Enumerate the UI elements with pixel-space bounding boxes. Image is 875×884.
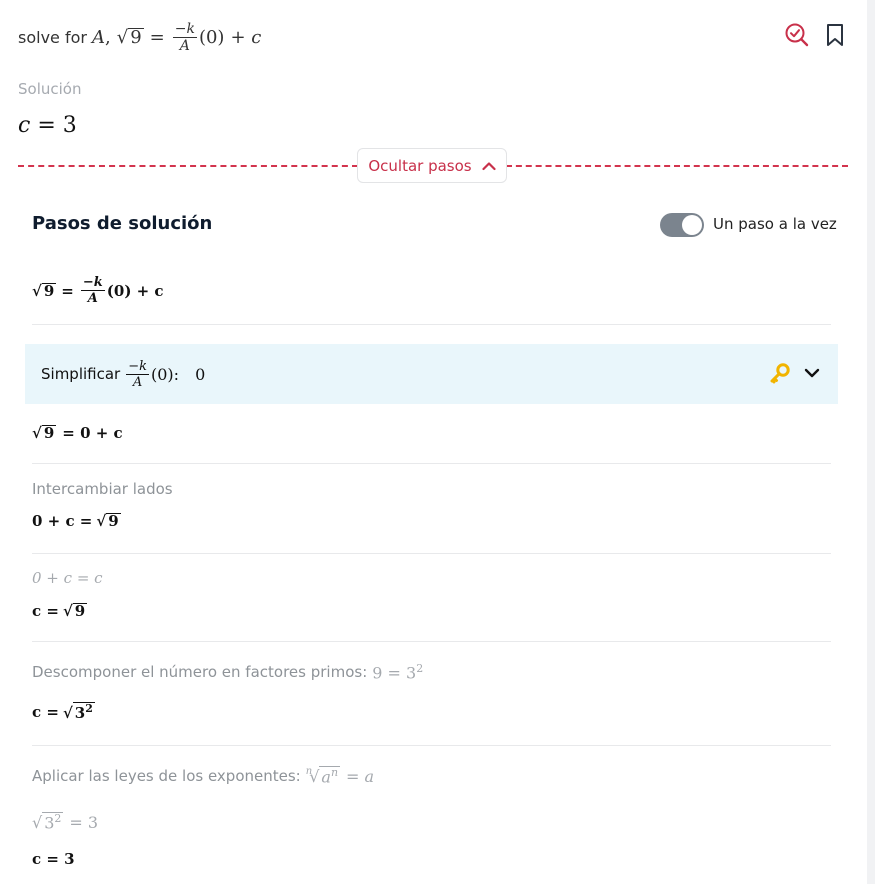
query-title: solve for A , √ 9 = −k A (0) + c	[18, 20, 261, 54]
sqrt: √ 9	[32, 281, 57, 300]
exponent-laws-expression: n √ an = a	[305, 766, 375, 787]
divider	[32, 641, 831, 642]
simplify-hint: 0 + c = c	[32, 569, 103, 587]
step-equation-4: c = √ 32	[32, 702, 95, 722]
bookmark-icon	[827, 24, 843, 46]
exponent-laws-label: Aplicar las leyes de los exponentes:	[32, 767, 301, 786]
query-variable: A	[91, 26, 105, 48]
chevron-up-icon	[482, 161, 496, 170]
simplify-math: −k A (0): 0	[126, 358, 206, 390]
sqrt: √ 32	[62, 702, 95, 722]
query-sep: ,	[104, 26, 111, 48]
verify-search-button[interactable]	[784, 22, 810, 48]
factor-expression: 9 = 32	[372, 662, 424, 683]
solution-label: Solución	[18, 80, 82, 98]
bookmark-button[interactable]	[822, 22, 848, 48]
fraction: −k A	[126, 358, 149, 390]
query-sqrt: √ 9	[116, 26, 144, 48]
steps-title: Pasos de solución	[32, 213, 213, 234]
divider-right	[506, 165, 848, 167]
exponent-hint: √ 32 = 3	[32, 812, 99, 833]
query-fraction: −k A	[172, 20, 197, 54]
factor-step: Descomponer el número en factores primos…	[32, 662, 423, 682]
solution-value: c = 3	[18, 113, 77, 138]
divider	[32, 745, 831, 746]
key-icon[interactable]	[769, 362, 791, 384]
divider	[32, 553, 831, 554]
hide-steps-button[interactable]: Ocultar pasos	[357, 148, 507, 183]
fraction: −k A	[80, 275, 105, 306]
query-paren: (0)	[198, 26, 225, 48]
hide-steps-label: Ocultar pasos	[368, 156, 472, 175]
one-step-label: Un paso a la vez	[713, 215, 837, 233]
step-equation-initial: √ 9 = −k A (0) + c	[32, 275, 164, 306]
simplify-label: Simplificar	[41, 365, 121, 383]
exponent-laws-step: Aplicar las leyes de los exponentes: n √…	[32, 766, 374, 786]
divider	[32, 463, 831, 464]
swap-sides-label: Intercambiar lados	[32, 480, 173, 498]
query-math: A , √ 9 = −k A (0) + c	[91, 20, 262, 54]
search-check-icon	[785, 23, 809, 47]
chevron-down-icon[interactable]	[803, 364, 821, 382]
simplify-result: 0	[195, 364, 206, 384]
divider	[32, 324, 831, 325]
sqrt: √ 9	[96, 512, 121, 531]
step-equation-2: 0 + c = √ 9	[32, 512, 121, 531]
right-gutter	[867, 0, 875, 884]
simplify-step-row[interactable]: Simplificar −k A (0): 0	[25, 344, 838, 404]
one-step-toggle[interactable]	[660, 213, 704, 237]
sqrt: √ 9	[62, 602, 88, 621]
sqrt: √ 9	[32, 424, 57, 443]
final-result: c = 3	[32, 850, 75, 868]
step-equation-1: √ 9 = 0 + c	[32, 424, 123, 443]
divider-left	[18, 165, 358, 167]
query-prefix: solve for	[18, 27, 87, 47]
factor-label: Descomponer el número en factores primos…	[32, 663, 368, 682]
step-equation-3: c = √ 9	[32, 602, 88, 621]
query-plus-c: + c	[230, 26, 262, 48]
